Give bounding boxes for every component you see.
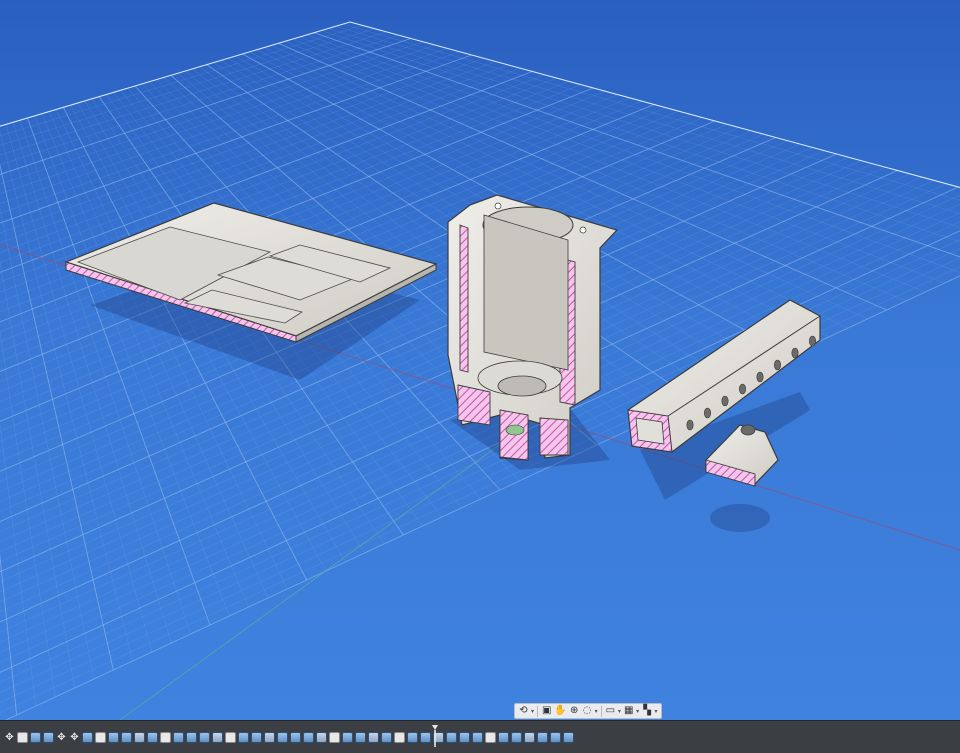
tube-hole bbox=[757, 372, 763, 382]
timeline-extrude-icon[interactable] bbox=[342, 732, 353, 743]
look-at-icon[interactable]: ▣ bbox=[541, 705, 552, 718]
timeline-cut-icon[interactable] bbox=[368, 732, 379, 743]
timeline-extrude-icon[interactable] bbox=[30, 732, 41, 743]
timeline-extrude-icon[interactable] bbox=[290, 732, 301, 743]
display-settings-icon[interactable]: ▭ bbox=[605, 705, 616, 718]
timeline-move-icon[interactable]: ✥ bbox=[69, 732, 80, 743]
timeline-sketch-icon[interactable] bbox=[394, 732, 405, 743]
tube-hole bbox=[739, 384, 745, 394]
grid-line bbox=[0, 131, 94, 679]
y-axis-line bbox=[120, 430, 520, 720]
timeline-sketch-icon[interactable] bbox=[485, 732, 496, 743]
timeline-extrude-icon[interactable] bbox=[303, 732, 314, 743]
grid-line bbox=[0, 151, 825, 547]
timeline-extrude-icon[interactable] bbox=[147, 732, 158, 743]
tube-hole bbox=[792, 348, 798, 358]
timeline-extrude-icon[interactable] bbox=[251, 732, 262, 743]
timeline-extrude-icon[interactable] bbox=[511, 732, 522, 743]
timeline-sketch-icon[interactable] bbox=[17, 732, 28, 743]
grid-line bbox=[0, 29, 374, 171]
tube-hole bbox=[722, 396, 728, 406]
navigation-toolbar: ⟲▾▣✋⊕◌▾▭▾▦▾▚▾ bbox=[514, 703, 662, 719]
timeline-cut-icon[interactable] bbox=[524, 732, 535, 743]
tube-hole bbox=[774, 360, 780, 370]
timeline-extrude-icon[interactable] bbox=[459, 732, 470, 743]
dropdown-caret-icon[interactable]: ▾ bbox=[595, 708, 598, 715]
orbit-icon[interactable]: ⟲ bbox=[518, 705, 529, 718]
model-scene[interactable] bbox=[0, 0, 960, 720]
pan-icon[interactable]: ✋ bbox=[554, 705, 566, 718]
grid-line bbox=[0, 129, 113, 670]
timeline-cut-icon[interactable] bbox=[316, 732, 327, 743]
timeline-extrude-icon[interactable] bbox=[420, 732, 431, 743]
timeline-extrude-icon[interactable] bbox=[199, 732, 210, 743]
timeline-extrude-icon[interactable] bbox=[173, 732, 184, 743]
dropdown-caret-icon[interactable]: ▾ bbox=[618, 708, 621, 715]
timeline-extrude-icon[interactable] bbox=[446, 732, 457, 743]
motor-housing[interactable] bbox=[448, 195, 617, 460]
dropdown-caret-icon[interactable]: ▾ bbox=[655, 708, 658, 715]
dropdown-caret-icon[interactable]: ▾ bbox=[531, 708, 534, 715]
canvas-viewport[interactable]: ⟲▾▣✋⊕◌▾▭▾▦▾▚▾ bbox=[0, 0, 960, 720]
zoom-window-icon[interactable]: ◌ bbox=[582, 705, 593, 718]
timeline-extrude-icon[interactable] bbox=[186, 732, 197, 743]
timeline-bar: ✥✥✥ bbox=[0, 720, 960, 753]
timeline-section-icon[interactable] bbox=[563, 732, 574, 743]
dropdown-caret-icon[interactable]: ▾ bbox=[636, 708, 639, 715]
grid-line bbox=[0, 139, 17, 715]
timeline-extrude-icon[interactable] bbox=[238, 732, 249, 743]
timeline-move-icon[interactable]: ✥ bbox=[4, 732, 15, 743]
tube-hole bbox=[809, 336, 815, 346]
timeline-sketch-icon[interactable] bbox=[95, 732, 106, 743]
timeline-sketch-icon[interactable] bbox=[329, 732, 340, 743]
timeline-extrude-icon[interactable] bbox=[277, 732, 288, 743]
timeline-extrude-icon[interactable] bbox=[82, 732, 93, 743]
grid-line bbox=[0, 137, 36, 706]
timeline-extrude-icon[interactable] bbox=[550, 732, 561, 743]
timeline-sketch-icon[interactable] bbox=[225, 732, 236, 743]
timeline-extrude-icon[interactable] bbox=[121, 732, 132, 743]
timeline-extrude-icon[interactable] bbox=[537, 732, 548, 743]
timeline-sketch-icon[interactable] bbox=[160, 732, 171, 743]
grid-settings-icon[interactable]: ▦ bbox=[623, 705, 634, 718]
tube-hole bbox=[687, 420, 693, 430]
toolbar-separator bbox=[537, 706, 538, 717]
timeline-move-icon[interactable]: ✥ bbox=[56, 732, 67, 743]
timeline-cut-icon[interactable] bbox=[264, 732, 275, 743]
timeline-extrude-icon[interactable] bbox=[381, 732, 392, 743]
toolbar-separator bbox=[601, 706, 602, 717]
timeline-extrude-icon[interactable] bbox=[355, 732, 366, 743]
timeline-extrude-icon[interactable] bbox=[407, 732, 418, 743]
grid-line bbox=[300, 37, 945, 283]
timeline-extrude-icon[interactable] bbox=[472, 732, 483, 743]
timeline-cut-icon[interactable] bbox=[134, 732, 145, 743]
tube-hole bbox=[704, 408, 710, 418]
viewports-icon[interactable]: ▚ bbox=[642, 705, 653, 718]
grid-line bbox=[0, 39, 411, 201]
timeline-track: ✥✥✥ bbox=[4, 729, 574, 745]
timeline-extrude-icon[interactable] bbox=[108, 732, 119, 743]
timeline-cut-icon[interactable] bbox=[212, 732, 223, 743]
timeline-extrude-icon[interactable] bbox=[43, 732, 54, 743]
timeline-marker-icon[interactable] bbox=[432, 725, 438, 747]
zoom-icon[interactable]: ⊕ bbox=[569, 705, 580, 718]
grid-line bbox=[0, 135, 55, 697]
timeline-extrude-icon[interactable] bbox=[498, 732, 509, 743]
grid-line bbox=[0, 25, 362, 160]
